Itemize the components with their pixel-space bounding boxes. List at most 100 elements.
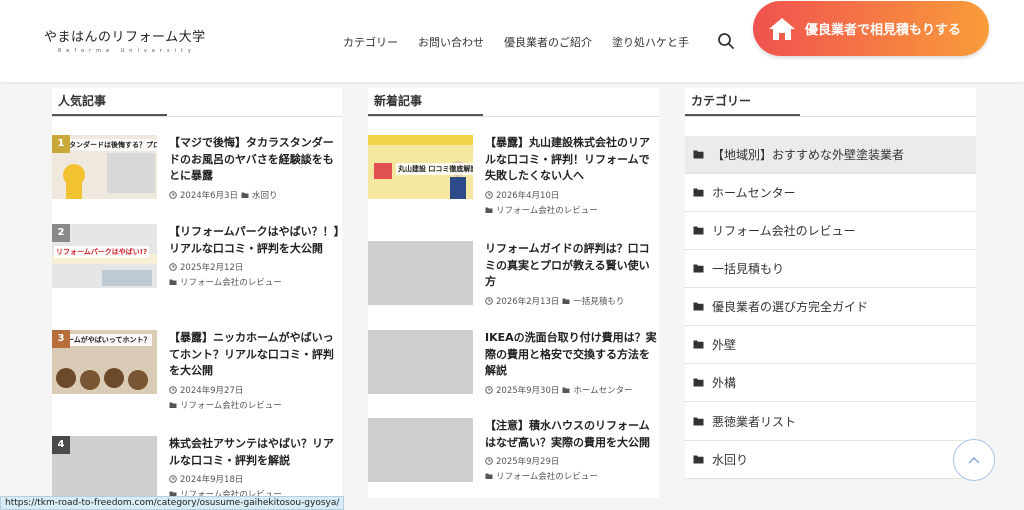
folder-icon: [169, 279, 177, 285]
clock-icon: [169, 475, 177, 483]
status-bar-url: https://tkm-road-to-freedom.com/category…: [0, 496, 345, 510]
category-label: 悪徳業者リスト: [712, 415, 797, 429]
latest-article-1[interactable]: 丸山建設 口コミ徹底解説！ 【暴露】丸山建設株式会社のリアルな口コミ・評判！リフ…: [368, 135, 657, 216]
category-item-regional[interactable]: 【地域別】おすすめな外壁塗装業者: [685, 136, 976, 174]
folder-icon: [693, 340, 704, 349]
site-header: やまはんのリフォーム大学 Reforme University カテゴリー お問…: [0, 0, 1024, 82]
clock-icon: [485, 385, 493, 394]
category-heading: カテゴリー: [685, 88, 800, 116]
popular-heading: 人気記事: [52, 88, 167, 116]
folder-icon: [693, 226, 704, 235]
category-item-bad-contractors[interactable]: 悪徳業者リスト: [685, 403, 976, 441]
clock-icon: [169, 385, 177, 394]
category-label: 外構: [712, 376, 737, 390]
article-date: 2024年6月3日: [180, 190, 238, 201]
logo-sub-text: Reforme University: [58, 48, 196, 54]
category-label: 【地域別】おすすめな外壁塗装業者: [712, 148, 905, 162]
category-label: 一括見積もり: [712, 262, 785, 276]
clock-icon: [485, 457, 493, 465]
category-label: ホームセンター: [712, 186, 796, 200]
nav-item-category[interactable]: カテゴリー: [343, 34, 398, 50]
latest-article-2[interactable]: リフォームガイドの評判は？口コミの真実とプロが教える賢い使い方 2026年2月1…: [368, 241, 657, 307]
rank-badge: 4: [52, 436, 70, 454]
article-date: 2024年9月27日: [180, 385, 244, 396]
category-item-bulk-estimate[interactable]: 一括見積もり: [685, 250, 976, 288]
chevron-up-icon: [968, 457, 980, 464]
category-item-guide[interactable]: 優良業者の選び方完全ガイド: [685, 288, 976, 326]
category-item-homecenter[interactable]: ホームセンター: [685, 174, 976, 212]
article-thumbnail: [368, 241, 473, 305]
article-thumbnail: [368, 330, 473, 394]
article-title: 【暴露】ニッカホームがやばいってホント？リアルな口コミ・評判を大公開: [169, 331, 334, 377]
article-thumbnail: 丸山建設 口コミ徹底解説！: [368, 135, 473, 199]
article-thumbnail: スタンダードは後悔する？プロが解説 1: [52, 135, 157, 199]
folder-icon: [693, 150, 704, 159]
folder-icon: [693, 417, 704, 426]
article-date: 2026年2月13日: [496, 296, 560, 307]
folder-icon: [241, 192, 249, 198]
latest-article-4[interactable]: 【注意】積水ハウスのリフォームはなぜ高い？実際の費用を大公開 2025年9月29…: [368, 418, 657, 482]
article-category[interactable]: ホームセンター: [573, 384, 632, 396]
clock-icon: [169, 190, 177, 199]
article-title: 【リフォームパークはやばい？！】リアルな口コミ・評判を大公開: [169, 225, 340, 255]
folder-icon: [693, 302, 704, 311]
latest-article-3[interactable]: IKEAの洗面台取り付け費用は？実際の費用と格安で交換する方法を解説 2025年…: [368, 330, 657, 396]
article-title: IKEAの洗面台取り付け費用は？実際の費用と格安で交換する方法を解説: [485, 331, 657, 377]
folder-icon: [562, 387, 570, 393]
category-label: 優良業者の選び方完全ガイド: [712, 300, 869, 314]
category-label: 水回り: [712, 453, 749, 467]
search-icon[interactable]: [717, 32, 735, 50]
popular-article-4[interactable]: 4 株式会社アサンテはやばい？リアルな口コミ・評判を解説 2024年9月18日 …: [52, 436, 341, 500]
back-to-top-button[interactable]: [953, 439, 995, 481]
folder-icon: [562, 298, 570, 304]
folder-icon: [485, 473, 493, 479]
rank-badge: 3: [52, 330, 70, 348]
cta-label: 優良業者で相見積もりする: [805, 23, 962, 38]
category-label: リフォーム会社のレビュー: [712, 224, 856, 238]
article-category[interactable]: リフォーム会社のレビュー: [496, 204, 598, 216]
nav-item-contact[interactable]: お問い合わせ: [418, 34, 484, 50]
article-category[interactable]: 一括見積もり: [573, 295, 624, 307]
clock-icon: [169, 263, 177, 271]
clock-icon: [485, 296, 493, 305]
thumb-caption: 丸山建設 口コミ徹底解説！: [396, 163, 473, 175]
home-icon: [769, 17, 795, 40]
folder-icon: [693, 264, 704, 273]
logo-main-text: やまはんのリフォーム大学: [44, 30, 206, 45]
popular-article-3[interactable]: ホームがやばいってホント？ 3 【暴露】ニッカホームがやばいってホント？リアルな…: [52, 330, 341, 411]
article-category[interactable]: リフォーム会社のレビュー: [496, 470, 598, 482]
article-title: 【暴露】丸山建設株式会社のリアルな口コミ・評判！リフォームで失敗したくない人へ: [485, 136, 650, 182]
article-date: 2026年4月10日: [496, 190, 560, 201]
article-title: 【注意】積水ハウスのリフォームはなぜ高い？実際の費用を大公開: [485, 419, 650, 449]
category-item-exterior[interactable]: 外構: [685, 364, 976, 402]
latest-heading: 新着記事: [368, 88, 483, 116]
article-title: 【マジで後悔】タカラスタンダードのお風呂のヤバさを経験談をもとに暴露: [169, 136, 334, 182]
category-label: 外壁: [712, 338, 737, 352]
rank-badge: 1: [52, 135, 70, 153]
thumb-caption: スタンダードは後悔する？プロが解説: [60, 139, 157, 151]
folder-icon: [693, 188, 704, 197]
article-thumbnail: 4: [52, 436, 157, 500]
category-item-exterior-wall[interactable]: 外壁: [685, 326, 976, 364]
article-date: 2025年9月30日: [496, 385, 560, 396]
estimate-cta-button[interactable]: 優良業者で相見積もりする: [753, 1, 989, 56]
article-title: リフォームガイドの評判は？口コミの真実とプロが教える賢い使い方: [485, 242, 650, 288]
article-category[interactable]: リフォーム会社のレビュー: [180, 399, 282, 411]
site-logo[interactable]: やまはんのリフォーム大学 Reforme University: [44, 26, 206, 54]
category-item-plumbing[interactable]: 水回り: [685, 441, 976, 479]
article-category[interactable]: リフォーム会社のレビュー: [180, 276, 282, 288]
main-nav: カテゴリー お問い合わせ 優良業者のご紹介 塗り処ハケと手: [343, 34, 689, 50]
nav-item-contractors[interactable]: 優良業者のご紹介: [504, 34, 592, 50]
folder-icon: [485, 207, 493, 213]
article-title: 株式会社アサンテはやばい？リアルな口コミ・評判を解説: [169, 437, 334, 467]
article-category[interactable]: 水回り: [252, 189, 278, 201]
thumb-caption: リフォームパークはやばい!?: [54, 246, 150, 258]
clock-icon: [485, 190, 493, 199]
popular-article-2[interactable]: リフォームパークはやばい!? 2 【リフォームパークはやばい？！】リアルな口コミ…: [52, 224, 341, 288]
folder-icon: [693, 455, 704, 464]
category-item-reviews[interactable]: リフォーム会社のレビュー: [685, 212, 976, 250]
folder-icon: [693, 378, 704, 387]
popular-article-1[interactable]: スタンダードは後悔する？プロが解説 1 【マジで後悔】タカラスタンダードのお風呂…: [52, 135, 341, 201]
nav-item-hake[interactable]: 塗り処ハケと手: [612, 34, 689, 50]
article-thumbnail: リフォームパークはやばい!? 2: [52, 224, 157, 288]
